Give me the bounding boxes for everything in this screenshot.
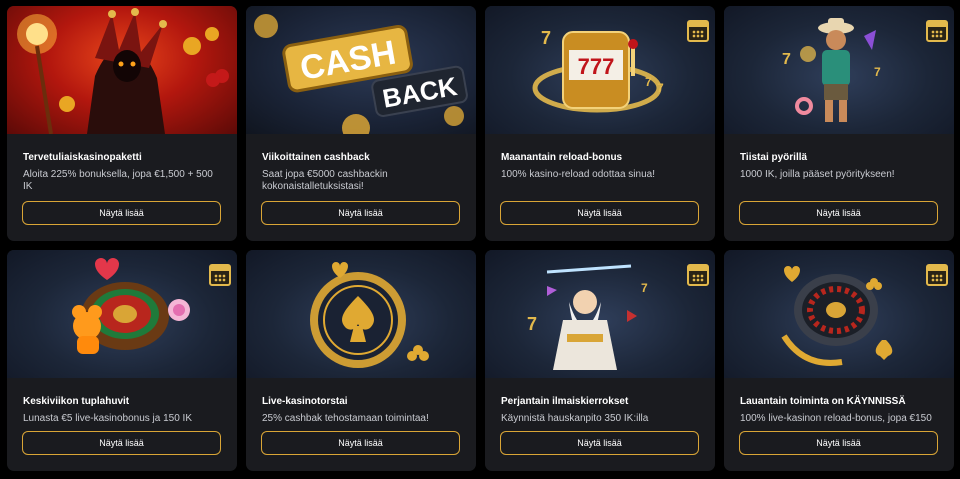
promo-card-welcome: Tervetuliaiskasinopaketti Aloita 225% bo… [7,6,237,241]
slot-reels-text: 777 [578,54,615,79]
cowboy-character-image: 7 7 [724,6,954,134]
roulette-wheel-image [724,250,954,378]
promo-description: 1000 IK, joilla pääset pyöritykseen! [740,169,895,180]
show-more-button[interactable]: Näytä lisää [739,201,938,225]
zeus-image: 7 7 [485,250,715,378]
show-more-button[interactable]: Näytä lisää [261,431,460,455]
show-more-button[interactable]: Näytä lisää [739,431,938,455]
promo-card-friday-free-spins: 7 7 Perjantain ilmaiskierrokset Käynnist… [485,250,715,471]
cashback-image: CASH BACK [246,6,476,134]
svg-text:7: 7 [645,75,652,89]
calendar-icon [687,20,709,42]
promo-title: Tervetuliaiskasinopaketti [23,152,142,163]
promo-title: Maanantain reload-bonus [501,152,623,163]
promo-card-tuesday-spins: 7 7 Tiistai pyörillä 1000 IK, joilla pää… [724,6,954,241]
promo-title: Perjantain ilmaiskierrokset [501,396,629,407]
svg-text:7: 7 [527,314,537,334]
promo-card-live-thursday: Live-kasinotorstai 25% cashbak tehostama… [246,250,476,471]
roulette-gummy-bear-image [7,250,237,378]
jester-wizard-image [7,6,237,134]
show-more-button[interactable]: Näytä lisää [500,201,699,225]
svg-text:7: 7 [641,281,648,295]
promo-description: 100% kasino-reload odottaa sinua! [501,169,655,180]
calendar-icon [926,264,948,286]
calendar-icon [926,20,948,42]
promo-card-wednesday-double: Keskiviikon tuplahuvit Lunasta €5 live-k… [7,250,237,471]
show-more-button[interactable]: Näytä lisää [261,201,460,225]
calendar-icon [687,264,709,286]
poker-chip-spade-image [246,250,476,378]
promotions-grid: Tervetuliaiskasinopaketti Aloita 225% bo… [7,6,954,471]
svg-text:7: 7 [782,51,791,68]
show-more-button[interactable]: Näytä lisää [22,201,221,225]
promo-title: Lauantain toiminta on KÄYNNISSÄ [740,396,906,407]
svg-text:7: 7 [541,28,551,48]
calendar-icon [209,264,231,286]
svg-text:7: 7 [657,81,664,95]
promo-title: Viikoittainen cashback [262,152,370,163]
svg-text:7: 7 [874,65,881,79]
promo-title: Keskiviikon tuplahuvit [23,396,130,407]
promo-description: Aloita 225% bonuksella, jopa €1,500 + 50… [23,169,213,192]
show-more-button[interactable]: Näytä lisää [22,431,221,455]
promo-card-weekly-cashback: CASH BACK Viikoittainen cashback Saat jo… [246,6,476,241]
promo-title: Live-kasinotorstai [262,396,348,407]
promo-card-saturday-action: Lauantain toiminta on KÄYNNISSÄ 100% liv… [724,250,954,471]
show-more-button[interactable]: Näytä lisää [500,431,699,455]
promo-description: Saat jopa €5000 cashbackin kokonaistalle… [262,169,388,192]
promo-title: Tiistai pyörillä [740,152,808,163]
slot-machine-777-image: 777 7 7 7 [485,6,715,134]
promo-card-monday-reload: 777 7 7 7 Maanantain reload-bonus 100% k… [485,6,715,241]
